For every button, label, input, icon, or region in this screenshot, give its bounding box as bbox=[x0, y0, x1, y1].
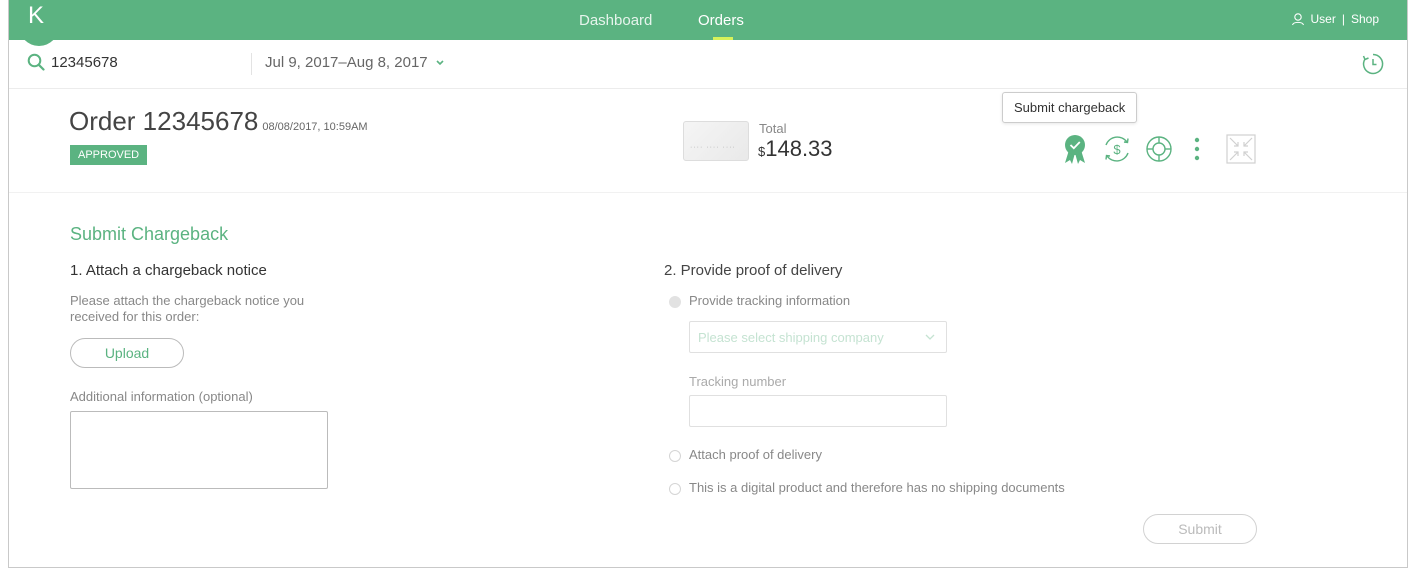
radio-tracking[interactable] bbox=[669, 296, 681, 308]
history-clock-icon[interactable] bbox=[1361, 52, 1385, 76]
user-shop-separator: | bbox=[1341, 12, 1345, 26]
order-title: Order 12345678 08/08/2017, 10:59AM bbox=[69, 106, 368, 137]
user-menu[interactable]: User | Shop bbox=[1291, 12, 1379, 26]
radio-digital-product[interactable] bbox=[669, 483, 681, 495]
step2-title: 2. Provide proof of delivery bbox=[664, 262, 843, 279]
refund-icon[interactable]: $ bbox=[1101, 133, 1133, 165]
search-bar: Jul 9, 2017–Aug 8, 2017 bbox=[9, 40, 1407, 89]
user-icon bbox=[1291, 13, 1304, 26]
user-label[interactable]: User bbox=[1311, 12, 1336, 26]
nav-orders[interactable]: Orders bbox=[698, 12, 744, 29]
additional-info-label: Additional information (optional) bbox=[70, 389, 253, 404]
date-range-text: Jul 9, 2017–Aug 8, 2017 bbox=[265, 54, 428, 71]
top-nav: K Dashboard Orders User | Shop bbox=[9, 0, 1407, 46]
status-badge: APPROVED bbox=[70, 145, 148, 165]
radio-digital-product-label[interactable]: This is a digital product and therefore … bbox=[689, 480, 1065, 495]
total-label: Total bbox=[759, 121, 787, 136]
shipping-company-select[interactable]: Please select shipping company bbox=[689, 321, 947, 353]
chargeback-tooltip: Submit chargeback bbox=[1002, 92, 1138, 123]
step1-title: 1. Attach a chargeback notice bbox=[70, 262, 267, 279]
payment-card-image bbox=[683, 121, 749, 161]
lifebuoy-icon[interactable] bbox=[1143, 133, 1175, 165]
submit-button[interactable]: Submit bbox=[1143, 514, 1257, 544]
collapse-icon[interactable] bbox=[1225, 133, 1257, 165]
search-input[interactable] bbox=[51, 54, 241, 71]
step1-help-text: Please attach the chargeback notice you … bbox=[70, 293, 305, 324]
tracking-number-label: Tracking number bbox=[689, 374, 787, 389]
order-header: Order 12345678 08/08/2017, 10:59AM APPROV… bbox=[9, 90, 1407, 193]
logo-text: K bbox=[28, 2, 45, 29]
radio-proof-of-delivery-label[interactable]: Attach proof of delivery bbox=[689, 447, 822, 462]
shipping-company-placeholder: Please select shipping company bbox=[698, 330, 884, 345]
svg-text:$: $ bbox=[1113, 142, 1121, 157]
award-ribbon-icon[interactable] bbox=[1061, 133, 1089, 165]
order-title-text: Order 12345678 bbox=[69, 106, 259, 136]
date-range-picker[interactable]: Jul 9, 2017–Aug 8, 2017 bbox=[265, 54, 445, 71]
shop-label[interactable]: Shop bbox=[1351, 12, 1379, 26]
order-date: 08/08/2017, 10:59AM bbox=[262, 121, 368, 133]
total-value: 148.33 bbox=[765, 136, 833, 161]
additional-info-textarea[interactable] bbox=[70, 411, 328, 489]
nav-dashboard[interactable]: Dashboard bbox=[579, 12, 652, 29]
radio-proof-of-delivery[interactable] bbox=[669, 450, 681, 462]
upload-button[interactable]: Upload bbox=[70, 338, 184, 368]
search-divider bbox=[251, 53, 252, 75]
app-frame: K Dashboard Orders User | Shop Jul 9, 20… bbox=[8, 0, 1408, 568]
chevron-down-icon bbox=[925, 334, 935, 340]
more-vertical-icon[interactable] bbox=[1193, 133, 1201, 165]
tracking-number-input[interactable] bbox=[689, 395, 947, 427]
radio-tracking-label[interactable]: Provide tracking information bbox=[689, 293, 850, 308]
section-title: Submit Chargeback bbox=[70, 224, 229, 244]
search-icon bbox=[27, 53, 45, 71]
total-amount: $148.33 bbox=[758, 136, 833, 162]
chevron-down-icon bbox=[436, 60, 444, 66]
